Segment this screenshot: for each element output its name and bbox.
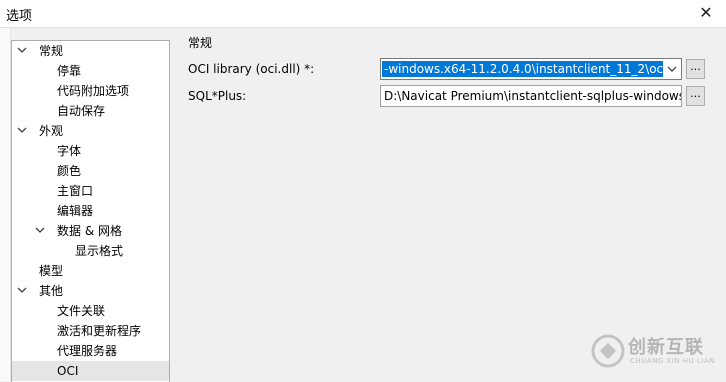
oci-browse-button[interactable]: ...: [686, 59, 705, 79]
close-button[interactable]: ✕: [696, 3, 716, 23]
section-title: 常规: [188, 36, 213, 50]
logo-icon: [591, 334, 625, 368]
tree-item-font[interactable]: 字体: [12, 141, 169, 161]
tree-item-label: 停靠: [57, 64, 82, 78]
watermark-text: 创新互联: [628, 337, 704, 358]
tree-item-general[interactable]: 常规: [12, 41, 169, 61]
tree-item-label: 主窗口: [57, 184, 94, 198]
tree-item-proxy[interactable]: 代理服务器: [12, 341, 169, 361]
sqlplus-browse-button[interactable]: ...: [686, 86, 705, 106]
tree-item-display-format[interactable]: 显示格式: [12, 241, 169, 261]
tree-item-oci[interactable]: OCI: [12, 361, 169, 381]
tree-item-label: 显示格式: [75, 244, 124, 258]
oci-library-value[interactable]: -windows.x64-11.2.0.4.0\instantclient_11…: [382, 61, 663, 77]
tree-item-editor[interactable]: 编辑器: [12, 201, 169, 221]
left-edge: [0, 28, 11, 381]
sqlplus-path-value[interactable]: D:\Navicat Premium\instantclient-sqlplus…: [384, 88, 681, 104]
window-title: 选项: [6, 9, 33, 24]
chevron-down-icon[interactable]: [663, 59, 681, 79]
oci-library-label: OCI library (oci.dll) *:: [188, 62, 315, 76]
tree-item-appearance[interactable]: 外观: [12, 121, 169, 141]
chevron-down-icon[interactable]: [16, 281, 28, 301]
watermark-subtext: CHUANG XIN HU LIAN: [630, 357, 715, 365]
chevron-down-icon[interactable]: [34, 221, 46, 241]
tree-item-label: 激活和更新程序: [57, 324, 142, 338]
tree-item-label: 字体: [57, 144, 82, 158]
tree-item-label: 常规: [39, 44, 64, 58]
oci-library-combobox[interactable]: -windows.x64-11.2.0.4.0\instantclient_11…: [380, 58, 682, 80]
tree-item-main-window[interactable]: 主窗口: [12, 181, 169, 201]
chevron-down-icon[interactable]: [16, 121, 28, 141]
tree-item-docking[interactable]: 停靠: [12, 61, 169, 81]
options-tree[interactable]: 常规 停靠 代码附加选项 自动保存 外观 字体 颜色 主窗口 编辑器 数据 & …: [11, 40, 170, 382]
tree-item-label: 其他: [39, 284, 64, 298]
chevron-down-icon[interactable]: [16, 41, 28, 61]
tree-item-color[interactable]: 颜色: [12, 161, 169, 181]
tree-item-label: 代理服务器: [57, 344, 118, 358]
watermark-logo: 创新互联 CHUANG XIN HU LIAN: [588, 330, 722, 374]
sqlplus-path-field[interactable]: D:\Navicat Premium\instantclient-sqlplus…: [380, 85, 682, 107]
tree-item-label: 自动保存: [57, 104, 106, 118]
tree-item-label: OCI: [57, 364, 79, 378]
tree-item-label: 颜色: [57, 164, 82, 178]
tree-item-label: 代码附加选项: [57, 84, 130, 98]
tree-item-activation-update[interactable]: 激活和更新程序: [12, 321, 169, 341]
sqlplus-label: SQL*Plus:: [188, 89, 247, 103]
tree-item-label: 文件关联: [57, 304, 106, 318]
title-bar: 选项 ✕: [0, 0, 726, 28]
tree-item-label: 模型: [39, 264, 64, 278]
tree-item-autosave[interactable]: 自动保存: [12, 101, 169, 121]
tree-item-label: 数据 & 网格: [57, 224, 122, 238]
tree-item-model[interactable]: 模型: [12, 261, 169, 281]
tree-item-data-grid[interactable]: 数据 & 网格: [12, 221, 169, 241]
tree-item-other[interactable]: 其他: [12, 281, 169, 301]
tree-item-file-association[interactable]: 文件关联: [12, 301, 169, 321]
tree-item-code-options[interactable]: 代码附加选项: [12, 81, 169, 101]
tree-item-label: 编辑器: [57, 204, 94, 218]
tree-item-label: 外观: [39, 124, 64, 138]
